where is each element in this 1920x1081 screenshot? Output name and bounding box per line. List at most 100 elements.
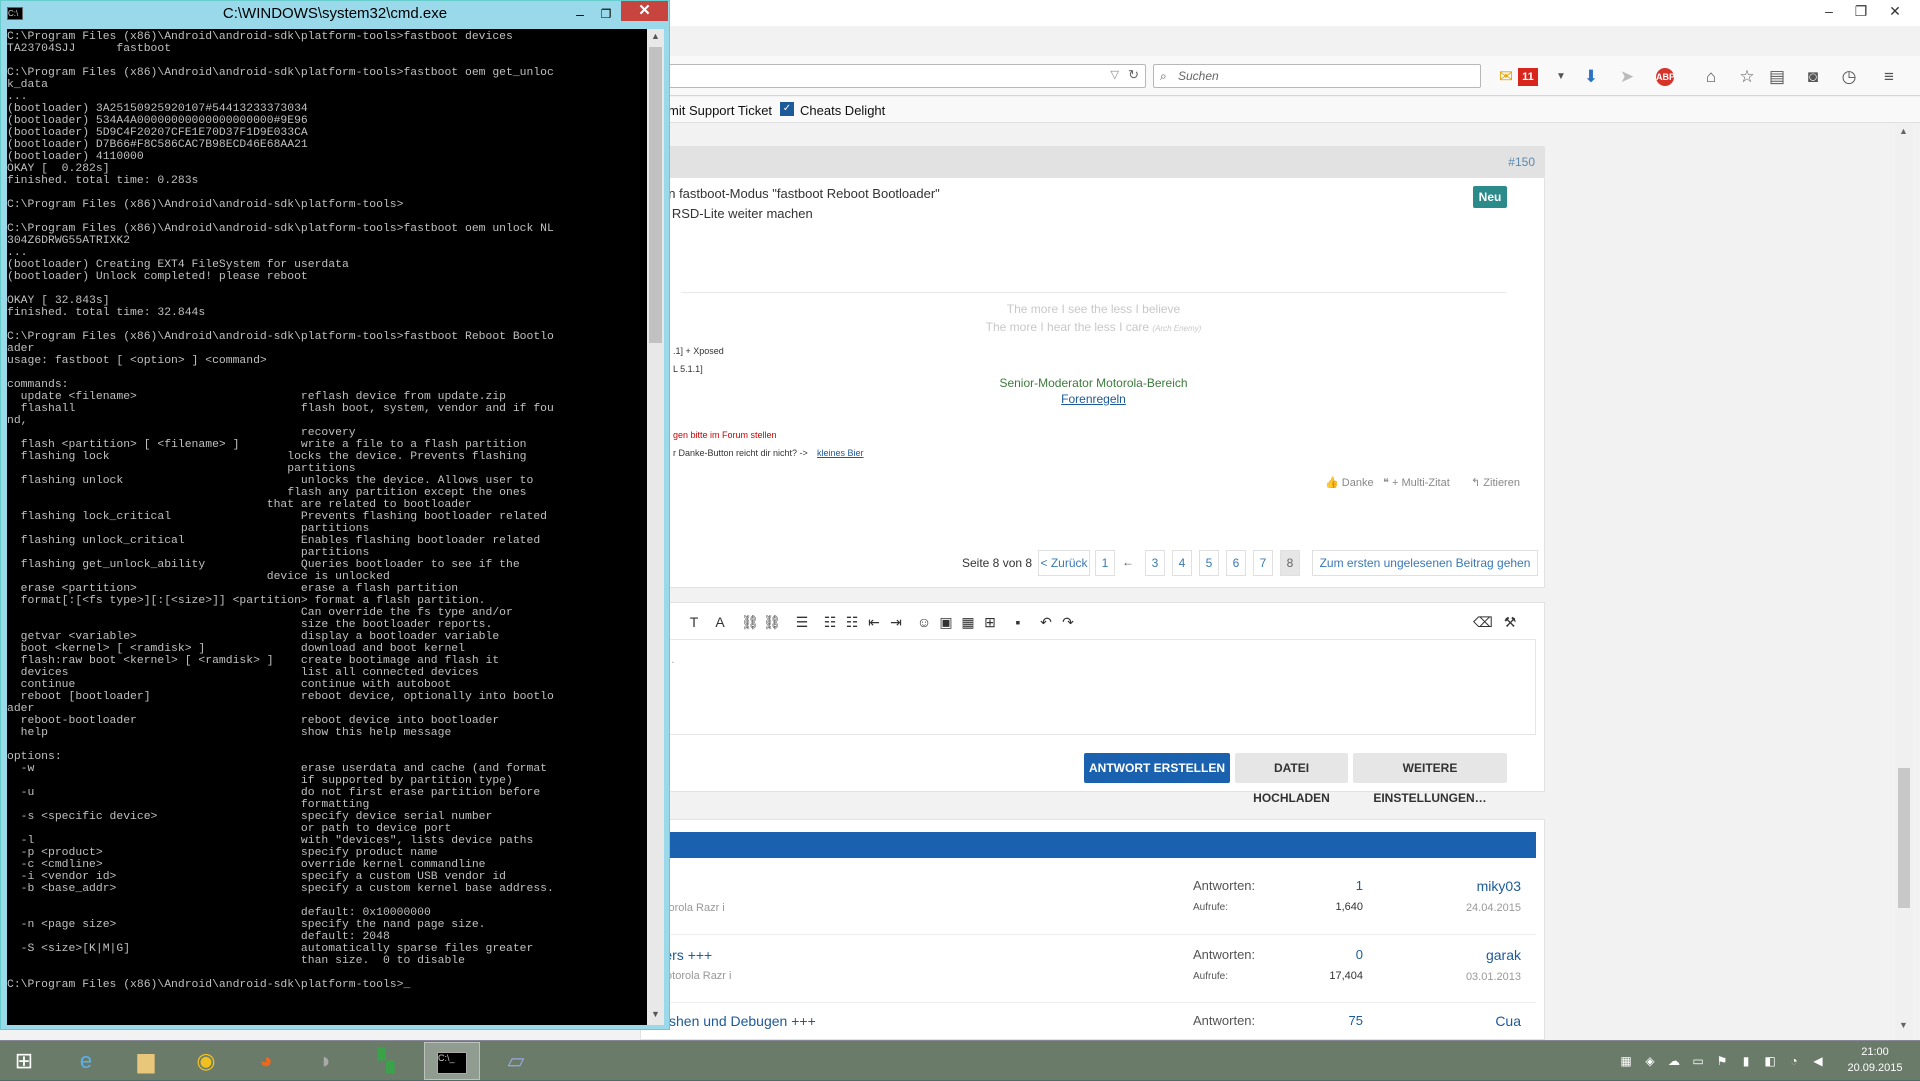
dropdown-icon[interactable]: ▽: [1111, 68, 1119, 81]
cmd-taskbar-icon[interactable]: C:\_: [424, 1042, 480, 1080]
firefox-icon[interactable]: ◕: [238, 1042, 294, 1080]
indent-icon[interactable]: ⇥: [887, 613, 905, 631]
menu-icon[interactable]: ≡: [1878, 66, 1900, 88]
page-ellipsis[interactable]: ←: [1118, 550, 1138, 576]
notepad-icon[interactable]: ▱: [488, 1042, 544, 1080]
page-scrollbar[interactable]: ▲ ▼: [1895, 124, 1913, 1040]
thread-row[interactable]: oaders +++ für Motorola Razr i Antworten…: [641, 934, 1536, 990]
save-icon[interactable]: ▪: [1009, 613, 1027, 631]
tray-flag-icon[interactable]: ⚑: [1714, 1053, 1730, 1069]
outdent-icon[interactable]: ⇤: [865, 613, 883, 631]
create-reply-button[interactable]: ANTWORT ERSTELLEN: [1084, 753, 1230, 783]
scroll-up-icon[interactable]: ▲: [1899, 126, 1908, 136]
search-input[interactable]: ⌕ Suchen: [1153, 64, 1481, 88]
last-poster[interactable]: miky03: [1421, 878, 1521, 894]
chevron-down-icon[interactable]: ▼: [1550, 66, 1572, 88]
eraser-icon[interactable]: ⌫: [1473, 613, 1493, 631]
mail-icon[interactable]: ✉: [1494, 66, 1518, 88]
beer-link[interactable]: kleines Bier: [817, 448, 864, 458]
text-size-icon[interactable]: T: [685, 613, 703, 631]
bookmark-support-ticket[interactable]: mit Support Ticket: [668, 103, 772, 118]
send-icon[interactable]: ➤: [1616, 66, 1638, 88]
pocket-icon[interactable]: ◙: [1802, 66, 1824, 88]
page-6[interactable]: 6: [1226, 550, 1246, 576]
clock[interactable]: 21:00 20.09.2015: [1840, 1044, 1910, 1076]
scroll-down-icon[interactable]: ▼: [1899, 1020, 1908, 1030]
download-icon[interactable]: ⬇: [1580, 66, 1602, 88]
tray-battery-icon[interactable]: ▮: [1738, 1053, 1754, 1069]
first-unread-link[interactable]: Zum ersten ungelesenen Beitrag gehen: [1312, 550, 1538, 576]
replies-count[interactable]: 75: [1283, 1013, 1363, 1028]
cmd-scroll-up-icon[interactable]: ▲: [651, 31, 660, 41]
internet-explorer-icon[interactable]: e: [58, 1042, 114, 1080]
scrollbar-thumb[interactable]: [1898, 768, 1910, 908]
bookmark-star-icon[interactable]: ☆: [1736, 66, 1758, 88]
cmd-scroll-down-icon[interactable]: ▼: [651, 1009, 660, 1019]
thanks-action[interactable]: 👍 Danke: [1325, 476, 1374, 489]
align-icon[interactable]: ☰: [793, 613, 811, 631]
thanks-label: Danke: [1341, 477, 1374, 489]
minimize-icon[interactable]: –: [1814, 0, 1844, 22]
tray-app-icon[interactable]: ◈: [1642, 1053, 1658, 1069]
close-icon[interactable]: ✕: [1880, 0, 1910, 22]
maximize-icon[interactable]: ❐: [1846, 0, 1876, 22]
numbered-list-icon[interactable]: ☷: [843, 613, 861, 631]
smiley-icon[interactable]: ☺: [915, 613, 933, 631]
page-5[interactable]: 5: [1199, 550, 1219, 576]
redo-icon[interactable]: ↷: [1059, 613, 1077, 631]
image-icon[interactable]: ▣: [937, 613, 955, 631]
cmd-close-button[interactable]: ✕: [621, 1, 668, 21]
page-8-current[interactable]: 8: [1280, 550, 1300, 576]
tray-icon[interactable]: ▭: [1690, 1053, 1706, 1069]
tray-wifi-icon[interactable]: ◔: [1786, 1053, 1802, 1069]
reload-icon[interactable]: ↻: [1128, 67, 1139, 83]
tray-network-icon[interactable]: ▦: [1618, 1053, 1634, 1069]
page-1[interactable]: 1: [1095, 550, 1115, 576]
font-color-icon[interactable]: A: [711, 613, 729, 631]
puzzle-app-icon[interactable]: ▚: [358, 1042, 414, 1080]
adblock-icon[interactable]: ABP: [1656, 68, 1675, 86]
home-icon[interactable]: ⌂: [1700, 66, 1722, 88]
undo-icon[interactable]: ↶: [1037, 613, 1055, 631]
start-icon[interactable]: ⊞: [2, 1042, 46, 1080]
chrome-icon[interactable]: ◉: [178, 1042, 234, 1080]
speaker-app-icon[interactable]: ◗: [298, 1042, 354, 1080]
forum-rules-link[interactable]: Forenregeln: [641, 392, 1546, 406]
url-bar[interactable]: ▽ ↻: [650, 64, 1146, 88]
cmd-minimize-icon[interactable]: –: [567, 1, 593, 27]
page-4[interactable]: 4: [1172, 550, 1192, 576]
reply-textarea[interactable]: vort…: [641, 639, 1536, 735]
cmd-scrollbar[interactable]: ▲ ▼: [647, 29, 664, 1025]
tray-device-icon[interactable]: ◧: [1762, 1053, 1778, 1069]
media-icon[interactable]: ▦: [959, 613, 977, 631]
page-3[interactable]: 3: [1145, 550, 1165, 576]
bookmark-cheats-delight[interactable]: Cheats Delight: [800, 103, 885, 118]
cmd-scrollbar-thumb[interactable]: [649, 47, 662, 343]
last-poster[interactable]: Cua: [1421, 1013, 1521, 1029]
replies-count[interactable]: 1: [1283, 878, 1363, 893]
last-poster[interactable]: garak: [1421, 947, 1521, 963]
insert-icon[interactable]: ⊞: [981, 613, 999, 631]
tray-cloud-icon[interactable]: ☁: [1666, 1053, 1682, 1069]
cmd-maximize-icon[interactable]: ❐: [593, 1, 619, 27]
prev-page-button[interactable]: < Zurück: [1038, 550, 1090, 576]
wrench-icon[interactable]: ⚒: [1501, 613, 1519, 631]
console-output[interactable]: C:\Program Files (x86)\Android\android-s…: [7, 29, 647, 1025]
unlink-icon[interactable]: ⛓: [763, 613, 781, 631]
multiquote-action[interactable]: ❝ + Multi-Zitat: [1383, 476, 1450, 489]
link-icon[interactable]: ⛓: [741, 613, 759, 631]
bullet-list-icon[interactable]: ☷: [821, 613, 839, 631]
replies-count[interactable]: 0: [1283, 947, 1363, 962]
reading-list-icon[interactable]: ▤: [1766, 66, 1788, 88]
page-7[interactable]: 7: [1253, 550, 1273, 576]
quote-action[interactable]: ↰ Zitieren: [1471, 476, 1520, 489]
cmd-titlebar[interactable]: C:\ C:\WINDOWS\system32\cmd.exe – ❐: [1, 1, 669, 27]
history-icon[interactable]: ◷: [1838, 66, 1860, 88]
post-number[interactable]: #150: [1508, 155, 1535, 169]
more-settings-button[interactable]: WEITERE EINSTELLUNGEN…: [1353, 753, 1507, 805]
new-badge: Neu: [1473, 186, 1507, 208]
upload-file-button[interactable]: DATEI HOCHLADEN: [1235, 753, 1348, 805]
file-explorer-icon[interactable]: ▆: [118, 1042, 174, 1080]
tray-volume-icon[interactable]: ◀: [1810, 1053, 1826, 1069]
thread-row[interactable]: ir Motorola Razr i Antworten: 1 Aufrufe:…: [641, 866, 1536, 922]
